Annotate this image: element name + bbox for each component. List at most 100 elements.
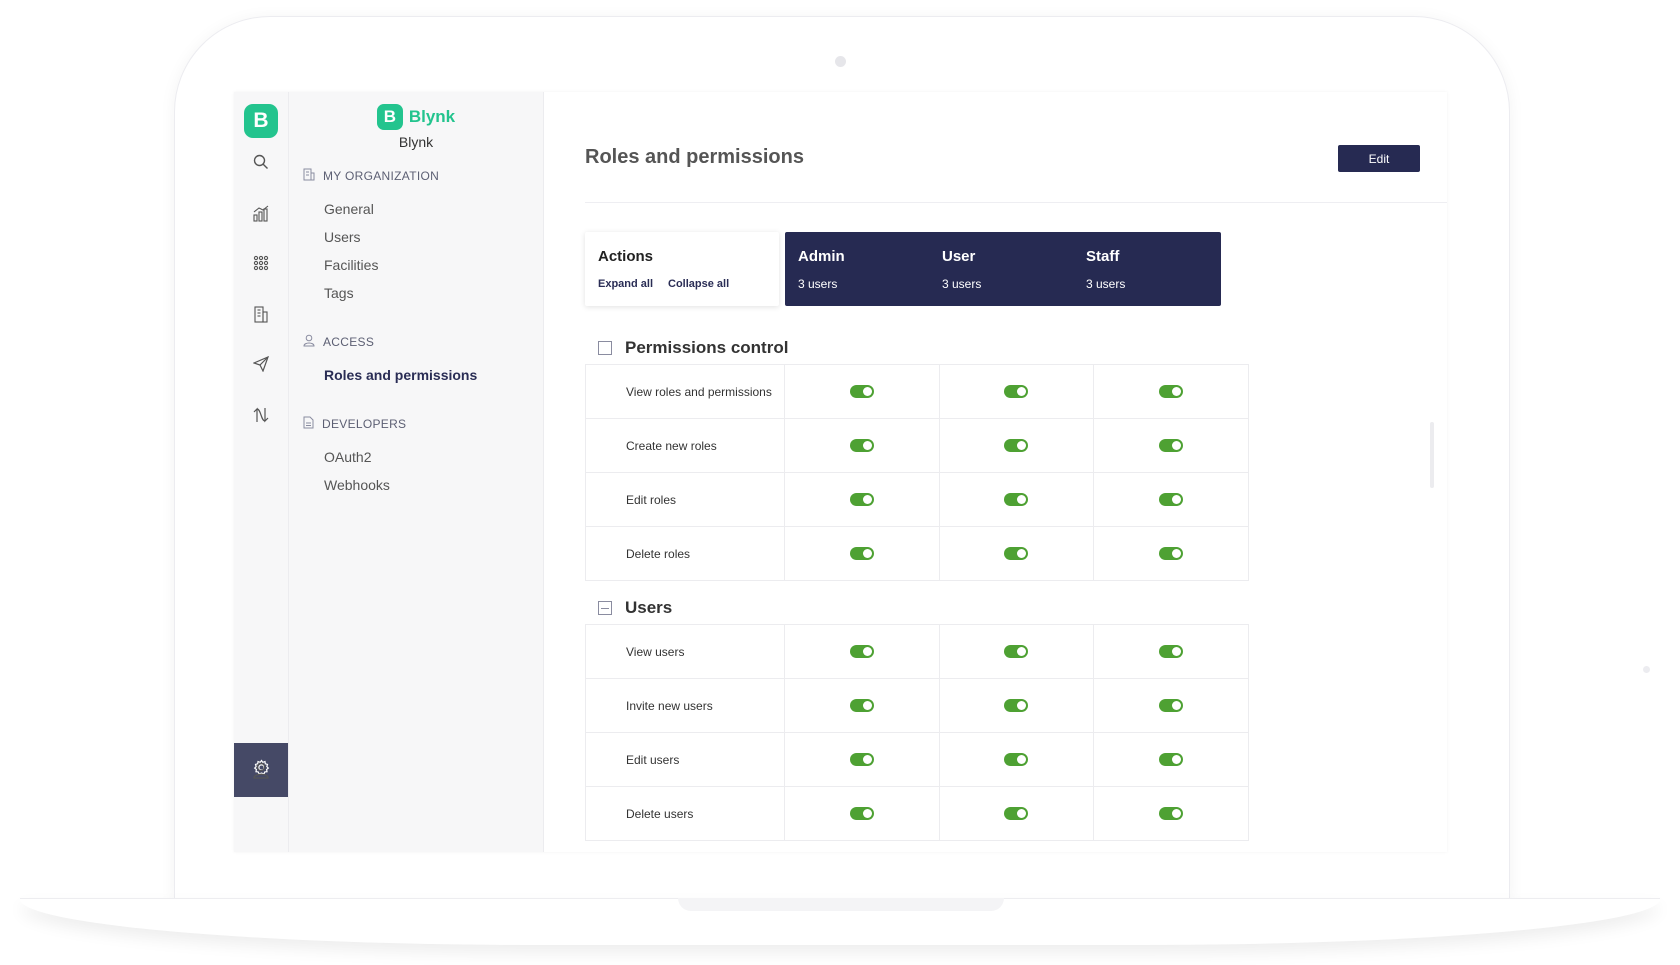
permission-toggle-user[interactable] bbox=[1004, 438, 1029, 452]
group-header-permissions-control[interactable]: Permissions control bbox=[598, 338, 788, 358]
permission-toggle-staff[interactable] bbox=[1159, 752, 1184, 766]
sidebar-item-tags[interactable]: Tags bbox=[324, 285, 354, 301]
divider bbox=[585, 202, 1447, 203]
user-profile-icon[interactable] bbox=[251, 760, 271, 780]
settings-sidebar: B Blynk Blynk MY ORGANIZATION General Us… bbox=[289, 92, 544, 852]
group-header-users[interactable]: Users bbox=[598, 598, 672, 618]
permission-label: Invite new users bbox=[585, 678, 785, 733]
permission-row: Edit roles bbox=[585, 472, 1249, 527]
expand-toggle-icon[interactable] bbox=[598, 341, 612, 355]
permission-cell-staff bbox=[1093, 364, 1249, 419]
permission-toggle-staff[interactable] bbox=[1159, 806, 1184, 820]
permission-label: View roles and permissions bbox=[585, 364, 785, 419]
permission-cell-admin bbox=[784, 678, 940, 733]
organization-icon[interactable] bbox=[251, 304, 271, 324]
permission-cell-admin bbox=[784, 418, 940, 473]
sidebar-item-roles-and-permissions[interactable]: Roles and permissions bbox=[324, 367, 477, 383]
permission-cell-user bbox=[938, 732, 1095, 787]
permission-toggle-user[interactable] bbox=[1004, 492, 1029, 506]
icon-rail: B bbox=[234, 92, 289, 852]
permission-toggle-staff[interactable] bbox=[1159, 698, 1184, 712]
permission-cell-user bbox=[938, 678, 1095, 733]
permission-toggle-staff[interactable] bbox=[1159, 644, 1184, 658]
section-my-organization: MY ORGANIZATION bbox=[303, 168, 439, 184]
permission-toggle-admin[interactable] bbox=[849, 806, 874, 820]
permission-toggle-user[interactable] bbox=[1004, 806, 1029, 820]
permission-toggle-admin[interactable] bbox=[849, 698, 874, 712]
sidebar-item-oauth2[interactable]: OAuth2 bbox=[324, 449, 371, 465]
permission-cell-user bbox=[938, 526, 1095, 581]
permission-cell-admin bbox=[784, 624, 940, 679]
actions-card: Actions Expand all Collapse all bbox=[585, 232, 779, 306]
permission-toggle-admin[interactable] bbox=[849, 492, 874, 506]
permission-toggle-admin[interactable] bbox=[849, 752, 874, 766]
permission-row: Edit users bbox=[585, 732, 1249, 787]
role-card-staff[interactable]: Staff 3 users bbox=[1073, 232, 1221, 306]
page-title: Roles and permissions bbox=[585, 146, 804, 168]
permission-toggle-user[interactable] bbox=[1004, 698, 1029, 712]
permission-toggle-admin[interactable] bbox=[849, 384, 874, 398]
permission-toggle-user[interactable] bbox=[1004, 644, 1029, 658]
blynk-logo[interactable]: B bbox=[244, 104, 278, 138]
role-user-count: 3 users bbox=[942, 277, 982, 291]
laptop-indicator bbox=[1643, 666, 1650, 673]
sidebar-item-webhooks[interactable]: Webhooks bbox=[324, 477, 390, 493]
permission-toggle-staff[interactable] bbox=[1159, 492, 1184, 506]
permission-cell-staff bbox=[1093, 732, 1249, 787]
expand-all-link[interactable]: Expand all bbox=[598, 278, 653, 290]
permission-cell-staff bbox=[1093, 678, 1249, 733]
sidebar-item-general[interactable]: General bbox=[324, 201, 374, 217]
permission-cell-staff bbox=[1093, 786, 1249, 841]
permission-toggle-staff[interactable] bbox=[1159, 546, 1184, 560]
permission-cell-staff bbox=[1093, 472, 1249, 527]
document-icon bbox=[303, 416, 314, 432]
permission-toggle-admin[interactable] bbox=[849, 546, 874, 560]
sidebar-item-users[interactable]: Users bbox=[324, 229, 361, 245]
section-developers: DEVELOPERS bbox=[303, 416, 406, 432]
permission-label: Delete roles bbox=[585, 526, 785, 581]
permission-cell-user bbox=[938, 786, 1095, 841]
role-card-user[interactable]: User 3 users bbox=[929, 232, 1077, 306]
group-title: Users bbox=[625, 598, 673, 617]
brand-name: Blynk bbox=[408, 107, 456, 126]
permission-label: Delete users bbox=[585, 786, 785, 841]
permission-toggle-admin[interactable] bbox=[849, 438, 874, 452]
user-icon bbox=[303, 334, 315, 350]
section-access: ACCESS bbox=[303, 334, 374, 350]
scrollbar[interactable] bbox=[1430, 422, 1434, 488]
permission-cell-user bbox=[938, 364, 1095, 419]
role-card-admin[interactable]: Admin 3 users bbox=[785, 232, 933, 306]
role-name: Staff bbox=[1086, 248, 1120, 265]
permission-row: Delete users bbox=[585, 786, 1249, 841]
permission-cell-admin bbox=[784, 526, 940, 581]
apps-grid-icon[interactable] bbox=[251, 253, 271, 273]
edit-button[interactable]: Edit bbox=[1338, 145, 1420, 172]
permission-label: Edit roles bbox=[585, 472, 785, 527]
permission-toggle-admin[interactable] bbox=[849, 644, 874, 658]
organization-name: Blynk bbox=[398, 134, 434, 150]
permission-cell-admin bbox=[784, 786, 940, 841]
permission-row: View users bbox=[585, 624, 1249, 679]
send-icon[interactable] bbox=[251, 354, 271, 374]
analytics-icon[interactable] bbox=[251, 203, 271, 223]
collapse-toggle-icon[interactable] bbox=[598, 601, 612, 615]
permission-row: Delete roles bbox=[585, 526, 1249, 581]
permission-toggle-staff[interactable] bbox=[1159, 438, 1184, 452]
section-title: DEVELOPERS bbox=[322, 417, 407, 431]
permission-toggle-staff[interactable] bbox=[1159, 384, 1184, 398]
search-icon[interactable] bbox=[251, 152, 271, 172]
collapse-all-link[interactable]: Collapse all bbox=[668, 278, 729, 290]
permission-toggle-user[interactable] bbox=[1004, 752, 1029, 766]
permissions-table: View roles and permissions Create new rol… bbox=[585, 364, 1249, 581]
main-content: Roles and permissions Edit Actions Expan… bbox=[544, 92, 1447, 852]
role-user-count: 3 users bbox=[1086, 277, 1126, 291]
laptop-notch bbox=[678, 898, 1004, 911]
permission-cell-admin bbox=[784, 472, 940, 527]
permission-toggle-user[interactable] bbox=[1004, 546, 1029, 560]
actions-title: Actions bbox=[598, 248, 654, 265]
permission-cell-user bbox=[938, 418, 1095, 473]
section-title: ACCESS bbox=[323, 335, 375, 349]
permission-toggle-user[interactable] bbox=[1004, 384, 1029, 398]
sidebar-item-facilities[interactable]: Facilities bbox=[324, 257, 378, 273]
integrations-icon[interactable] bbox=[251, 405, 271, 425]
